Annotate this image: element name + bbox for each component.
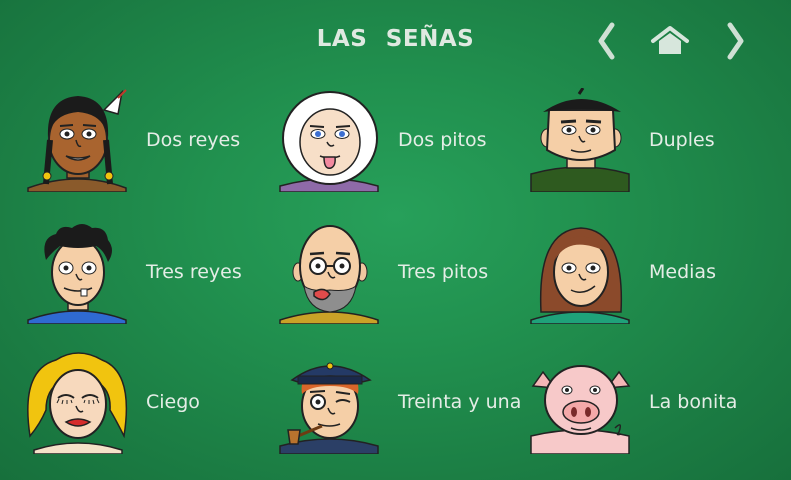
- sign-tres-pitos[interactable]: Tres pitos: [278, 220, 528, 325]
- native-man-feather-face-icon: [26, 88, 130, 193]
- chevron-right-icon[interactable]: [722, 22, 750, 60]
- sign-dos-reyes[interactable]: Dos reyes: [26, 88, 276, 193]
- sign-ciego[interactable]: Ciego: [26, 350, 276, 455]
- sign-label: Dos reyes: [146, 128, 241, 151]
- sign-label: Medias: [649, 260, 716, 283]
- sign-treinta-y-una[interactable]: Treinta y una: [278, 350, 528, 455]
- sign-dos-pitos[interactable]: Dos pitos: [278, 88, 528, 193]
- sign-label: Treinta y una: [398, 390, 522, 413]
- sign-label: La bonita: [649, 390, 738, 413]
- bald-glasses-tongue-face-icon: [278, 220, 382, 325]
- sign-label: Ciego: [146, 390, 200, 413]
- sign-medias[interactable]: Medias: [529, 220, 779, 325]
- sign-la-bonita[interactable]: La bonita: [529, 350, 779, 455]
- sign-label: Tres pitos: [398, 260, 489, 283]
- sailor-pipe-wink-face-icon: [278, 350, 382, 455]
- sign-label: Duples: [649, 128, 715, 151]
- sign-label: Tres reyes: [146, 260, 242, 283]
- sign-label: Dos pitos: [398, 128, 487, 151]
- pig-face-icon: [529, 350, 633, 455]
- chevron-left-icon[interactable]: [592, 22, 620, 60]
- sign-duples[interactable]: Duples: [529, 87, 779, 193]
- home-icon[interactable]: [650, 24, 690, 58]
- beret-man-face-icon: [529, 87, 633, 193]
- blonde-woman-closed-eyes-face-icon: [26, 350, 130, 455]
- eskimo-tongue-face-icon: [278, 88, 382, 193]
- brown-hair-woman-face-icon: [529, 220, 633, 325]
- sign-tres-reyes[interactable]: Tres reyes: [26, 220, 276, 325]
- curly-hair-toothy-face-icon: [26, 220, 130, 325]
